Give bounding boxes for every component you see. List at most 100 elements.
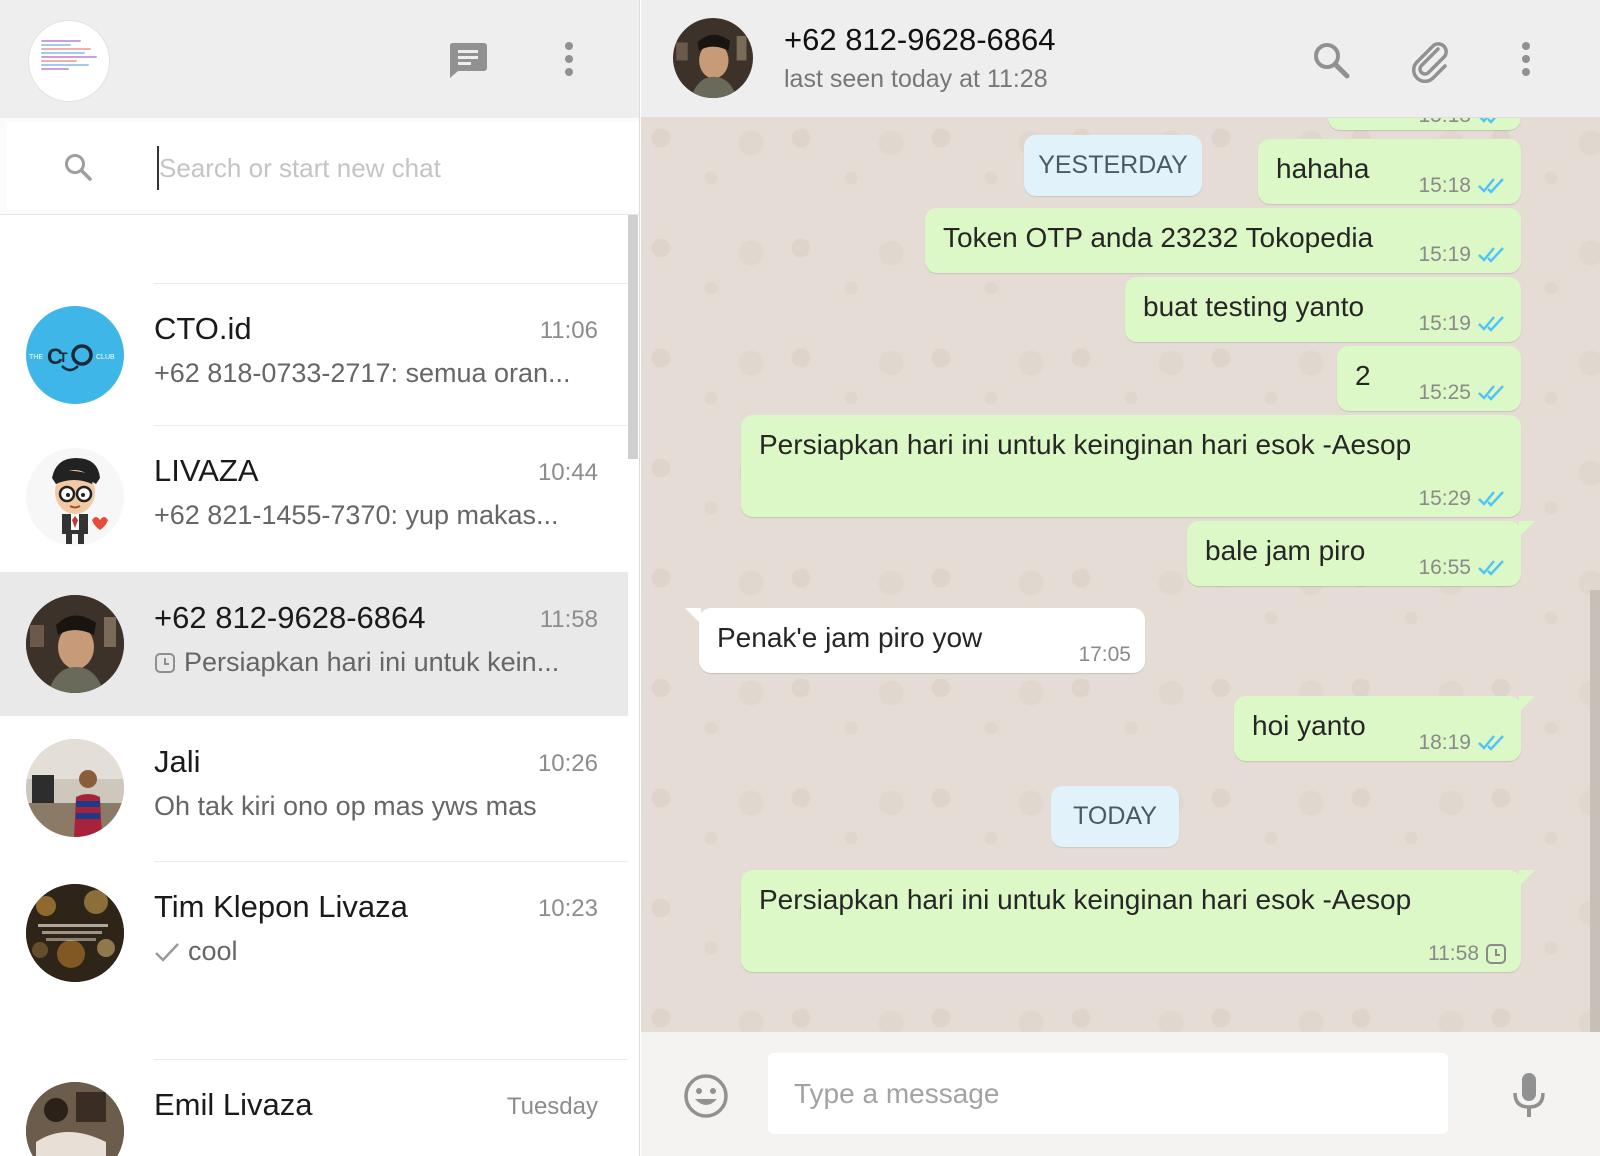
message-text: Penak'e jam piro yow	[717, 622, 983, 653]
message-input[interactable]	[768, 1053, 1448, 1134]
row-divider	[154, 1059, 628, 1060]
chat-item-active-contact[interactable]: +62 812-9628-6864 11:58 Persiapkan hari …	[0, 572, 628, 716]
message-time: 15:18	[1418, 174, 1471, 197]
message-time: 17:05	[1078, 643, 1131, 666]
message-text: Persiapkan hari ini untuk keinginan hari…	[759, 429, 1412, 460]
my-profile-avatar[interactable]	[28, 20, 110, 102]
chat-preview: +62 821-1455-7370: yup makas...	[154, 500, 588, 531]
message-meta: 15:25	[1418, 381, 1507, 405]
conversation-header[interactable]: +62 812-9628-6864 last seen today at 11:…	[641, 0, 1600, 118]
message-text: Token OTP anda 23232 Tokopedia	[943, 222, 1374, 253]
message-bubble-outgoing[interactable]: hahaha 15:18	[1258, 139, 1521, 204]
conversation-menu-icon[interactable]	[1509, 34, 1543, 84]
chat-item-jali[interactable]: Jali 10:26 Oh tak kiri ono op mas yws ma…	[0, 716, 628, 860]
microphone-icon[interactable]	[1509, 1068, 1549, 1124]
message-time: 15:29	[1418, 487, 1471, 510]
svg-text:THE: THE	[29, 354, 43, 361]
read-ticks-icon	[1478, 491, 1504, 507]
message-time: 15:18	[1418, 118, 1471, 128]
message-time: 15:19	[1418, 243, 1471, 266]
message-bubble-outgoing[interactable]: bale jam piro 16:55	[1187, 521, 1535, 586]
read-ticks-icon	[1478, 247, 1504, 263]
svg-text:CLUB: CLUB	[96, 354, 115, 361]
message-time: 16:55	[1418, 556, 1471, 579]
pending-clock-icon	[1486, 944, 1506, 964]
row-divider	[154, 861, 628, 862]
chat-time: 11:58	[539, 606, 598, 633]
contact-photo-avatar	[26, 739, 124, 837]
menu-icon[interactable]	[552, 34, 586, 84]
search-input[interactable]	[157, 146, 617, 190]
chat-item-tim-klepon-livaza[interactable]: Tim Klepon Livaza 10:23 cool	[0, 861, 628, 1005]
message-text: 2	[1355, 360, 1371, 391]
message-bubble-partial[interactable]: 15:18	[1328, 118, 1521, 130]
read-ticks-icon	[1478, 560, 1504, 576]
search-messages-icon[interactable]	[1309, 38, 1353, 82]
day-divider-yesterday: YESTERDAY	[1024, 135, 1202, 196]
attach-icon[interactable]	[1407, 38, 1453, 84]
cartoon-avatar	[26, 448, 124, 546]
search-box	[7, 122, 639, 210]
chat-time: 11:06	[539, 317, 598, 344]
contact-avatar[interactable]	[673, 18, 753, 98]
chat-name: LIVAZA	[154, 453, 259, 488]
message-bubble-outgoing[interactable]: Token OTP anda 23232 Tokopedia 15:19	[925, 208, 1521, 273]
contact-photo-avatar	[26, 1082, 124, 1156]
read-ticks-icon	[1478, 178, 1504, 194]
day-divider-today: TODAY	[1051, 786, 1179, 847]
read-ticks-icon	[1478, 385, 1504, 401]
contact-photo-avatar	[26, 595, 124, 693]
cto-club-logo-avatar: THE C T CLUB	[26, 306, 124, 404]
message-text: hoi yanto	[1252, 710, 1366, 741]
row-divider	[154, 283, 628, 284]
svg-text:T: T	[59, 349, 68, 365]
message-bubble-outgoing[interactable]: Persiapkan hari ini untuk keinginan hari…	[741, 415, 1521, 517]
message-composer	[641, 1032, 1600, 1156]
sidebar-header	[0, 0, 639, 118]
group-photo-avatar	[26, 884, 124, 982]
chat-name: Jali	[154, 744, 201, 779]
message-time: 15:19	[1418, 312, 1471, 335]
message-meta: 15:18	[1418, 118, 1507, 128]
chat-preview: cool	[154, 936, 588, 967]
chat-item-emil-livaza[interactable]: Emil Livaza Tuesday	[0, 1059, 628, 1156]
message-meta: 18:19	[1418, 731, 1507, 755]
conversation-pane: +62 812-9628-6864 last seen today at 11:…	[641, 0, 1600, 1156]
message-bubble-outgoing[interactable]: hoi yanto 18:19	[1234, 696, 1535, 761]
row-divider	[154, 425, 628, 426]
search-icon	[63, 152, 95, 184]
message-area-scrollbar[interactable]	[1590, 590, 1600, 1032]
message-meta: 15:18	[1418, 174, 1507, 198]
new-chat-icon[interactable]	[444, 38, 492, 82]
chat-name: CTO.id	[154, 311, 252, 346]
message-meta: 15:19	[1418, 243, 1507, 267]
message-bubble-outgoing-pending[interactable]: Persiapkan hari ini untuk keinginan hari…	[741, 870, 1535, 972]
chat-list-scrollbar[interactable]	[628, 215, 638, 459]
chat-preview-text: +62 818-0733-2717: semua oran...	[154, 358, 571, 388]
read-ticks-icon	[1478, 735, 1504, 751]
clock-icon	[154, 652, 176, 674]
message-text: bale jam piro	[1205, 535, 1366, 566]
message-area[interactable]: 15:18 YESTERDAY hahaha 15:18 Token OTP a…	[641, 118, 1600, 1032]
chat-name: Emil Livaza	[154, 1087, 313, 1122]
chat-preview: Oh tak kiri ono op mas yws mas	[154, 791, 588, 822]
check-icon	[154, 941, 180, 963]
message-meta: 17:05	[1078, 643, 1131, 667]
message-bubble-outgoing[interactable]: buat testing yanto 15:19	[1125, 277, 1521, 342]
message-bubble-outgoing[interactable]: 2 15:25	[1337, 346, 1521, 411]
chat-item-livaza[interactable]: LIVAZA 10:44 +62 821-1455-7370: yup maka…	[0, 425, 628, 569]
chat-time: 10:23	[537, 895, 598, 922]
contact-name: +62 812-9628-6864	[784, 22, 1056, 57]
chat-list: THE C T CLUB CTO.id 11:06 +62 818-0733-2…	[0, 215, 628, 1156]
message-text: Persiapkan hari ini untuk keinginan hari…	[759, 884, 1412, 915]
read-ticks-icon	[1479, 118, 1497, 124]
emoji-icon[interactable]	[682, 1072, 730, 1120]
read-ticks-icon	[1478, 316, 1504, 332]
message-text: hahaha	[1276, 153, 1370, 184]
chat-item-cto-id[interactable]: THE C T CLUB CTO.id 11:06 +62 818-0733-2…	[0, 283, 628, 427]
message-bubble-incoming[interactable]: Penak'e jam piro yow 17:05	[685, 608, 1145, 673]
message-meta: 15:19	[1418, 312, 1507, 336]
chat-preview-text: Persiapkan hari ini untuk kein...	[184, 647, 560, 677]
message-time: 11:58	[1428, 942, 1479, 965]
message-meta: 16:55	[1418, 556, 1507, 580]
